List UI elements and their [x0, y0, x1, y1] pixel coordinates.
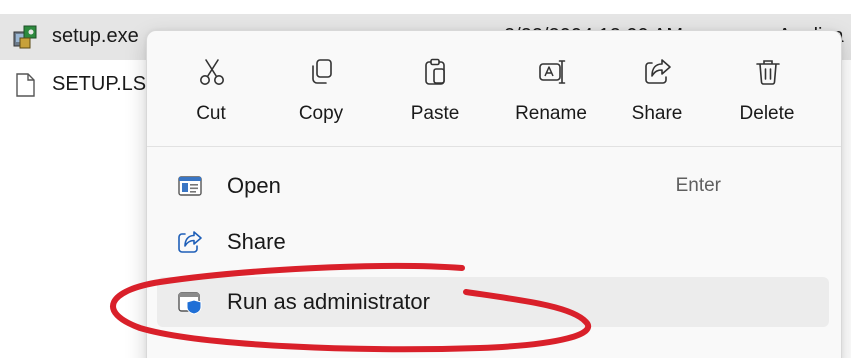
share-icon: [645, 59, 671, 84]
share-icon: [178, 231, 202, 253]
menu-item-open[interactable]: Open Enter: [157, 161, 829, 211]
file-name: setup.exe: [52, 25, 139, 47]
copy-icon: [312, 59, 332, 84]
copy-button[interactable]: Copy: [271, 41, 371, 137]
copy-label: Copy: [298, 103, 344, 124]
shield-window-icon: [178, 292, 202, 315]
document-icon: [16, 73, 35, 97]
rename-label: Rename: [515, 103, 587, 124]
scissors-icon: [200, 59, 224, 85]
menu-divider: [147, 146, 841, 147]
file-name: SETUP.LS: [52, 73, 147, 95]
screen: setup.exe 2/22/2004 12:00 AM Applica SET…: [0, 0, 851, 358]
menu-item-label: Run as administrator: [227, 289, 430, 314]
menu-item-label: Share: [227, 229, 286, 254]
paste-button[interactable]: Paste: [385, 41, 485, 137]
trash-icon: [756, 60, 780, 85]
cut-button[interactable]: Cut: [161, 41, 261, 137]
paste-label: Paste: [410, 103, 460, 124]
clipboard-icon: [425, 58, 445, 85]
rename-button[interactable]: Rename: [501, 41, 601, 137]
share-label: Share: [631, 103, 683, 124]
shortcut-text: Enter: [675, 175, 721, 196]
menu-item-label: Open: [227, 173, 281, 198]
delete-label: Delete: [739, 103, 795, 124]
menu-item-run-as-administrator[interactable]: Run as administrator: [157, 277, 829, 327]
installer-icon: [13, 25, 37, 49]
context-menu: Cut Copy Paste Rename Share Delete Open …: [146, 30, 842, 358]
rename-icon: [539, 60, 566, 84]
share-button[interactable]: Share: [607, 41, 707, 137]
delete-button[interactable]: Delete: [717, 41, 817, 137]
quick-actions-bar: Cut Copy Paste Rename Share Delete: [147, 31, 841, 143]
menu-item-share[interactable]: Share: [157, 217, 829, 267]
window-icon: [178, 176, 202, 196]
cut-label: Cut: [196, 103, 226, 124]
